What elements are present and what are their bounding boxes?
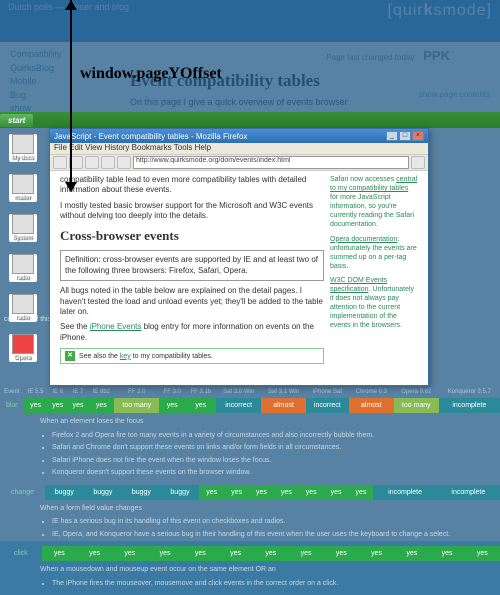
compat-cell: yes <box>42 546 77 561</box>
compat-cell: incomplete <box>439 398 500 413</box>
key-link[interactable]: key <box>120 353 131 360</box>
blur-notes: When an element loses the focus Firefox … <box>0 413 500 485</box>
compat-cell: yes <box>48 398 68 413</box>
home-button[interactable] <box>117 156 131 169</box>
back-button[interactable] <box>53 156 67 169</box>
quirksmode-logo: [quirksmode] <box>388 2 493 20</box>
firefox-window[interactable]: JavaScript - Event compatibility tables … <box>49 128 429 386</box>
compat-cell: yes <box>68 398 88 413</box>
compat-cell: yes <box>253 546 288 561</box>
bg-content: CompatibilityQuirksBlog MobileBug show P… <box>0 42 500 116</box>
compat-cell: yes <box>88 398 114 413</box>
compat-cell: yes <box>465 546 500 561</box>
compat-cell: yes <box>249 485 274 500</box>
compat-cell: incomplete <box>437 485 500 500</box>
desktop-icon[interactable]: System <box>9 214 37 242</box>
section-heading: Cross-browser events <box>60 228 324 245</box>
close-button[interactable]: × <box>412 131 424 141</box>
table-header-row: EventIE 5.5IE 6IE 7IE 8b2FF 2.0FF 3.0FF … <box>0 386 500 398</box>
check-icon: ✕ <box>65 351 75 361</box>
compat-cell: incorrect <box>306 398 349 413</box>
minimize-button[interactable]: _ <box>386 131 398 141</box>
desktop-icons: My docs mailer System radio radio Opera <box>0 128 45 541</box>
compat-cell: almost <box>261 398 306 413</box>
compat-cell: too many <box>114 398 159 413</box>
show-contents-link[interactable]: show page contents <box>419 90 490 99</box>
compat-cell: too many <box>394 398 439 413</box>
window-titlebar[interactable]: JavaScript - Event compatibility tables … <box>50 129 428 143</box>
arrow-down-icon <box>65 182 77 192</box>
table-row-blur: bluryesyesyesyestoo manyyesyesincorrecta… <box>0 398 500 413</box>
desktop-icon[interactable]: radio <box>9 254 37 282</box>
compat-cell: yes <box>324 485 349 500</box>
compat-cell: yes <box>394 546 429 561</box>
compat-cell: yes <box>349 485 374 500</box>
page-content: compatibility table lead to even more co… <box>50 171 428 385</box>
compat-cell: yes <box>218 546 253 561</box>
compat-cell: yes <box>224 485 249 500</box>
compat-cell: yes <box>77 546 112 561</box>
offset-arrow-line <box>70 0 72 190</box>
compat-cell: yes <box>112 546 147 561</box>
compat-cell: incomplete <box>373 485 436 500</box>
compat-cell: yes <box>159 398 185 413</box>
compat-cell: yes <box>324 546 359 561</box>
window-controls: _ □ × <box>386 131 424 141</box>
compat-cell: buggy <box>45 485 84 500</box>
compat-cell: buggy <box>122 485 161 500</box>
compat-cell: yes <box>183 546 218 561</box>
compat-cell: yes <box>185 398 216 413</box>
compat-cell: yes <box>147 546 182 561</box>
compat-table-area: contents of this table EventIE 5.5IE 6IE… <box>0 386 500 541</box>
annotation-label: window.pageYOffset <box>80 65 222 83</box>
definition-box: Definition: cross-browser events are sup… <box>60 250 324 281</box>
compat-cell: yes <box>288 546 323 561</box>
table-row-click: clickyesyesyesyesyesyesyesyesyesyesyesye… <box>0 546 500 561</box>
compat-cell: almost <box>349 398 394 413</box>
change-notes: When a form field value changes IE has a… <box>0 500 500 547</box>
maximize-button[interactable]: □ <box>399 131 411 141</box>
table-row-change: changebuggybuggybuggybuggyyesyesyesyesye… <box>0 485 500 500</box>
compat-cell: yes <box>429 546 464 561</box>
toolbar: http://www.quirksmode.org/dom/events/ind… <box>50 155 428 171</box>
arrow-up-icon <box>65 0 77 10</box>
compat-table: EventIE 5.5IE 6IE 7IE 8b2FF 2.0FF 3.0FF … <box>0 386 500 413</box>
compat-cell: buggy <box>161 485 200 500</box>
desktop-icon[interactable]: My docs <box>9 134 37 162</box>
windows-taskbar[interactable]: start <box>0 112 500 128</box>
iphone-events-link[interactable]: iPhone Events <box>90 322 142 331</box>
url-bar[interactable]: http://www.quirksmode.org/dom/events/ind… <box>133 156 409 169</box>
compat-cell: incorrect <box>216 398 261 413</box>
right-sidebar: Safari now accesses central to my compat… <box>330 175 418 381</box>
key-box: ✕ See also the key to my compatibility t… <box>60 348 324 364</box>
stop-button[interactable] <box>101 156 115 169</box>
desktop-icon[interactable]: radio <box>9 294 37 322</box>
desktop-icon[interactable]: Opera <box>9 334 37 362</box>
compat-cell: buggy <box>84 485 123 500</box>
search-button[interactable] <box>411 156 425 169</box>
window-title: JavaScript - Event compatibility tables … <box>54 132 247 141</box>
start-button[interactable]: start <box>0 114 33 127</box>
compat-cell: yes <box>274 485 299 500</box>
menu-bar[interactable]: File Edit View History Bookmarks Tools H… <box>50 143 428 155</box>
compat-cell: yes <box>199 485 224 500</box>
compat-cell: yes <box>359 546 394 561</box>
reload-button[interactable] <box>85 156 99 169</box>
click-notes: When a mousedown and mouseup event occur… <box>0 561 500 595</box>
desktop-icon[interactable]: mailer <box>9 174 37 202</box>
compat-cell: yes <box>299 485 324 500</box>
